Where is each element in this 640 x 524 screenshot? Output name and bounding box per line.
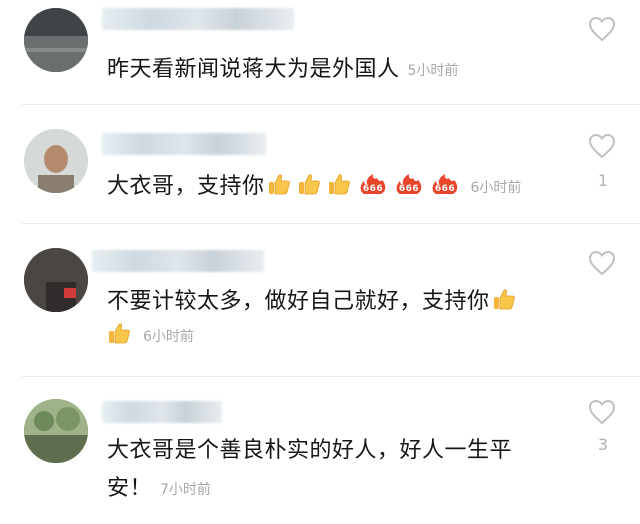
- comment-text: 不要计较太多，做好自己就好，支持你: [107, 286, 520, 318]
- thumbs-up-icon: [107, 321, 131, 345]
- heart-outline-icon[interactable]: [588, 399, 616, 425]
- thumbs-up-icon: [327, 172, 351, 196]
- avatar[interactable]: [24, 129, 88, 193]
- comment-time: 5小时前: [407, 63, 459, 79]
- comment-time: 7小时前: [160, 482, 211, 498]
- comment-time: 6小时前: [470, 180, 522, 196]
- thumbs-up-icon: [267, 172, 291, 196]
- heart-outline-icon[interactable]: [588, 16, 616, 42]
- avatar[interactable]: [24, 8, 88, 72]
- fire-666-icon: [358, 172, 388, 196]
- avatar-image: [24, 129, 88, 193]
- comment-text: 昨天看新闻说蒋大为是外国人 5小时前: [107, 57, 459, 82]
- fire-666-icon: [430, 172, 460, 196]
- like-count: 3: [597, 435, 609, 454]
- like-count: 1: [597, 171, 609, 190]
- heart-outline-icon[interactable]: [588, 250, 616, 276]
- username-blurred[interactable]: [102, 8, 294, 30]
- avatar-image: [24, 399, 88, 463]
- username-blurred[interactable]: [102, 133, 266, 155]
- comment-item: 昨天看新闻说蒋大为是外国人 5小时前: [0, 0, 640, 104]
- username-blurred[interactable]: [102, 401, 222, 423]
- username-blurred[interactable]: [92, 250, 264, 272]
- comment-item: 大衣哥，支持你 6小时前 1: [0, 105, 640, 223]
- thumbs-up-icon: [297, 172, 321, 196]
- comment-text: 大衣哥是个善良朴实的好人，好人一生平: [107, 438, 513, 463]
- avatar[interactable]: [24, 399, 88, 463]
- comment-time: 6小时前: [143, 329, 194, 345]
- comment-text-line2: 6小时前: [107, 320, 194, 353]
- thumbs-up-icon: [492, 287, 516, 311]
- comment-item: 大衣哥是个善良朴实的好人，好人一生平 安！ 7小时前 3: [0, 377, 640, 524]
- comment-item: 不要计较太多，做好自己就好，支持你 6小时前: [0, 224, 640, 376]
- avatar-image: [24, 8, 88, 72]
- fire-666-icon: [394, 172, 424, 196]
- avatar-image: [24, 248, 88, 312]
- comment-text-line2: 安！ 7小时前: [107, 476, 211, 501]
- heart-outline-icon[interactable]: [588, 133, 616, 159]
- comment-text: 大衣哥，支持你 6小时前: [107, 172, 522, 199]
- avatar[interactable]: [24, 248, 88, 312]
